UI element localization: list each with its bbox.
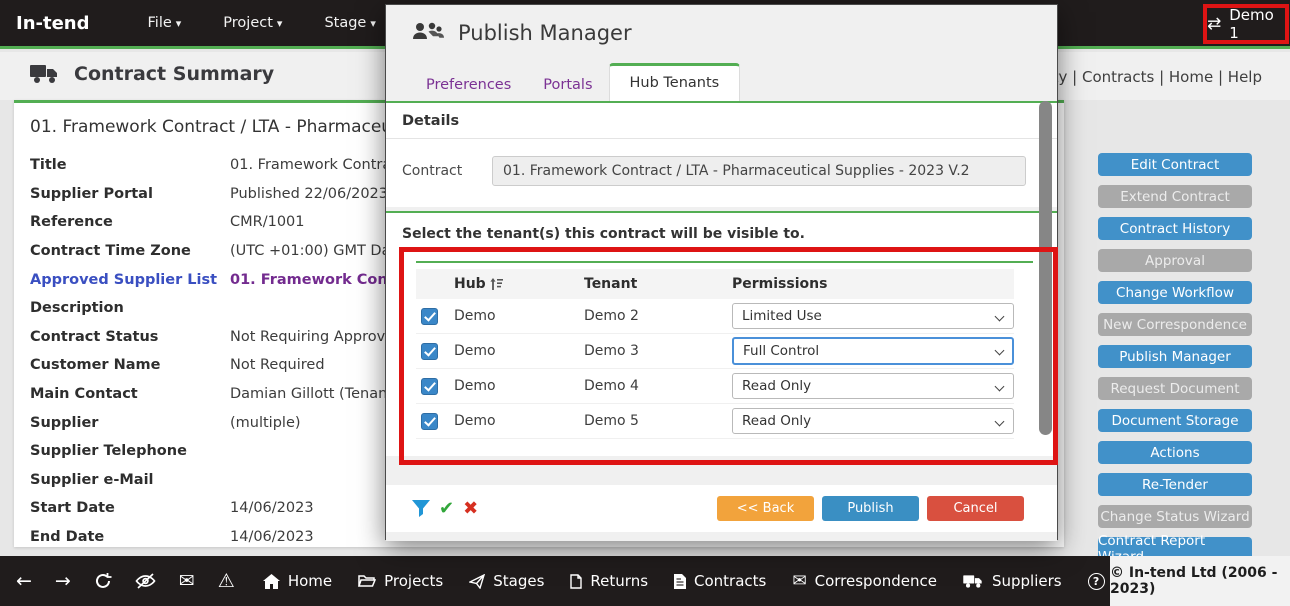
tenant-row: Demo Demo 4 Read Only — [416, 369, 1014, 404]
menu-stage[interactable]: Stage▾ — [310, 9, 389, 37]
request-document-button: Request Document — [1098, 377, 1252, 400]
permission-select[interactable]: Full Control — [732, 337, 1014, 365]
tenant-row: Demo Demo 3 Full Control — [416, 334, 1014, 369]
sort-amount-up-icon[interactable] — [490, 278, 503, 290]
page-title: Contract Summary — [74, 63, 274, 85]
change-status-wizard-button: Change Status Wizard — [1098, 505, 1252, 528]
toolbar-item-returns[interactable]: Returns — [570, 572, 648, 590]
tenant-checkbox[interactable] — [421, 413, 438, 430]
forward-arrow-icon[interactable]: → — [55, 570, 71, 592]
eye-slash-icon[interactable] — [135, 573, 156, 589]
contract-field-input[interactable] — [492, 156, 1026, 186]
tenant-checkbox[interactable] — [421, 378, 438, 395]
toolbar-item-suppliers[interactable]: Suppliers — [963, 572, 1062, 590]
x-icon[interactable]: ✖ — [463, 498, 478, 519]
toolbar-item-contracts[interactable]: Contracts — [674, 572, 766, 590]
tenant-column-header[interactable]: Tenant — [584, 276, 732, 292]
document-storage-button[interactable]: Document Storage — [1098, 409, 1252, 432]
divider — [416, 261, 1033, 263]
brand-logo: In-tend — [16, 13, 90, 34]
truck-icon — [963, 574, 984, 589]
actions-button[interactable]: Actions — [1098, 441, 1252, 464]
back-button[interactable]: << Back — [717, 496, 814, 521]
chevron-down-icon: ▾ — [370, 17, 376, 30]
toolbar-item-correspondence[interactable]: ✉Correspondence — [792, 571, 937, 591]
contract-field-label: Contract — [402, 163, 492, 179]
new-correspondence-button: New Correspondence — [1098, 313, 1252, 336]
users-icon — [410, 21, 444, 45]
tab-portals[interactable]: Portals — [527, 68, 608, 102]
tenant-row: Demo Demo 2 Limited Use — [416, 299, 1014, 334]
tenant-table: Hub Tenant Permissions Demo Demo 2 Limit… — [416, 269, 1014, 439]
menu-file[interactable]: File▾ — [134, 9, 196, 37]
tab-preferences[interactable]: Preferences — [410, 68, 527, 102]
publish-manager-modal: Publish Manager Preferences Portals Hub … — [385, 4, 1058, 540]
modal-footer: ✔ ✖ << Back Publish Cancel — [386, 485, 1057, 532]
change-workflow-button[interactable]: Change Workflow — [1098, 281, 1252, 304]
question-circle-icon: ? — [1088, 573, 1105, 590]
tenant-checkbox[interactable] — [421, 343, 438, 360]
envelope-icon: ✉ — [792, 571, 806, 591]
tenant-instruction: Select the tenant(s) this contract will … — [386, 213, 1057, 242]
app-window: In-tend File▾ Project▾ Stage▾ Contracts ▾… — [0, 0, 1290, 606]
envelope-icon[interactable]: ✉ — [179, 570, 195, 592]
file-icon — [570, 574, 582, 589]
refresh-icon[interactable] — [94, 572, 112, 590]
details-section: Details Contract — [386, 101, 1057, 207]
truck-icon — [30, 63, 60, 85]
modal-title: Publish Manager — [458, 21, 632, 45]
publish-button[interactable]: Publish — [822, 496, 919, 521]
approval-button: Approval — [1098, 249, 1252, 272]
warning-icon[interactable]: ⚠ — [218, 570, 235, 592]
tenant-row: Demo Demo 5 Read Only — [416, 404, 1014, 439]
toolbar-item-home[interactable]: Home — [263, 572, 332, 590]
extend-contract-button: Extend Contract — [1098, 185, 1252, 208]
tenant-checkbox[interactable] — [421, 308, 438, 325]
details-section-label: Details — [386, 103, 1057, 139]
cancel-button[interactable]: Cancel — [927, 496, 1024, 521]
paper-plane-icon — [469, 574, 485, 589]
home-icon — [263, 574, 280, 589]
edit-contract-button[interactable]: Edit Contract — [1098, 153, 1252, 176]
back-arrow-icon[interactable]: ← — [16, 570, 32, 592]
hub-column-header[interactable]: Hub — [454, 276, 486, 292]
permission-select[interactable]: Limited Use — [732, 303, 1014, 329]
tenants-table-panel: Select the tenant(s) this contract will … — [386, 211, 1057, 456]
chevron-down-icon: ▾ — [277, 17, 283, 30]
bottom-toolbar: ← → ✉ ⚠ Home Projects Stages Returns Con… — [0, 556, 1290, 606]
re-tender-button[interactable]: Re-Tender — [1098, 473, 1252, 496]
permission-select[interactable]: Read Only — [732, 373, 1014, 399]
file-contract-icon — [674, 574, 686, 589]
tenant-switcher-label: Demo 1 — [1229, 6, 1285, 42]
tenant-switcher-annotation[interactable]: ⇄ Demo 1 — [1203, 4, 1289, 44]
publish-manager-button[interactable]: Publish Manager — [1098, 345, 1252, 368]
tenants-section: Select the tenant(s) this contract will … — [386, 211, 1057, 541]
filter-icon[interactable] — [412, 500, 430, 518]
folder-open-icon — [358, 574, 376, 588]
permissions-column-header[interactable]: Permissions — [732, 276, 1014, 292]
toolbar-item-stages[interactable]: Stages — [469, 572, 544, 590]
tab-hub-tenants[interactable]: Hub Tenants — [609, 63, 741, 102]
modal-scrollbar[interactable] — [1039, 101, 1052, 435]
chevron-down-icon: ▾ — [176, 17, 182, 30]
check-icon[interactable]: ✔ — [439, 498, 454, 519]
modal-tabs: Preferences Portals Hub Tenants — [410, 63, 740, 102]
menu-project[interactable]: Project▾ — [209, 9, 296, 37]
copyright-notice: © In-tend Ltd (2006 - 2023) — [1110, 556, 1290, 606]
swap-arrows-icon: ⇄ — [1207, 14, 1221, 34]
tenant-table-header: Hub Tenant Permissions — [416, 269, 1014, 299]
toolbar-item-projects[interactable]: Projects — [358, 572, 443, 590]
permission-select[interactable]: Read Only — [732, 408, 1014, 434]
contract-history-button[interactable]: Contract History — [1098, 217, 1252, 240]
